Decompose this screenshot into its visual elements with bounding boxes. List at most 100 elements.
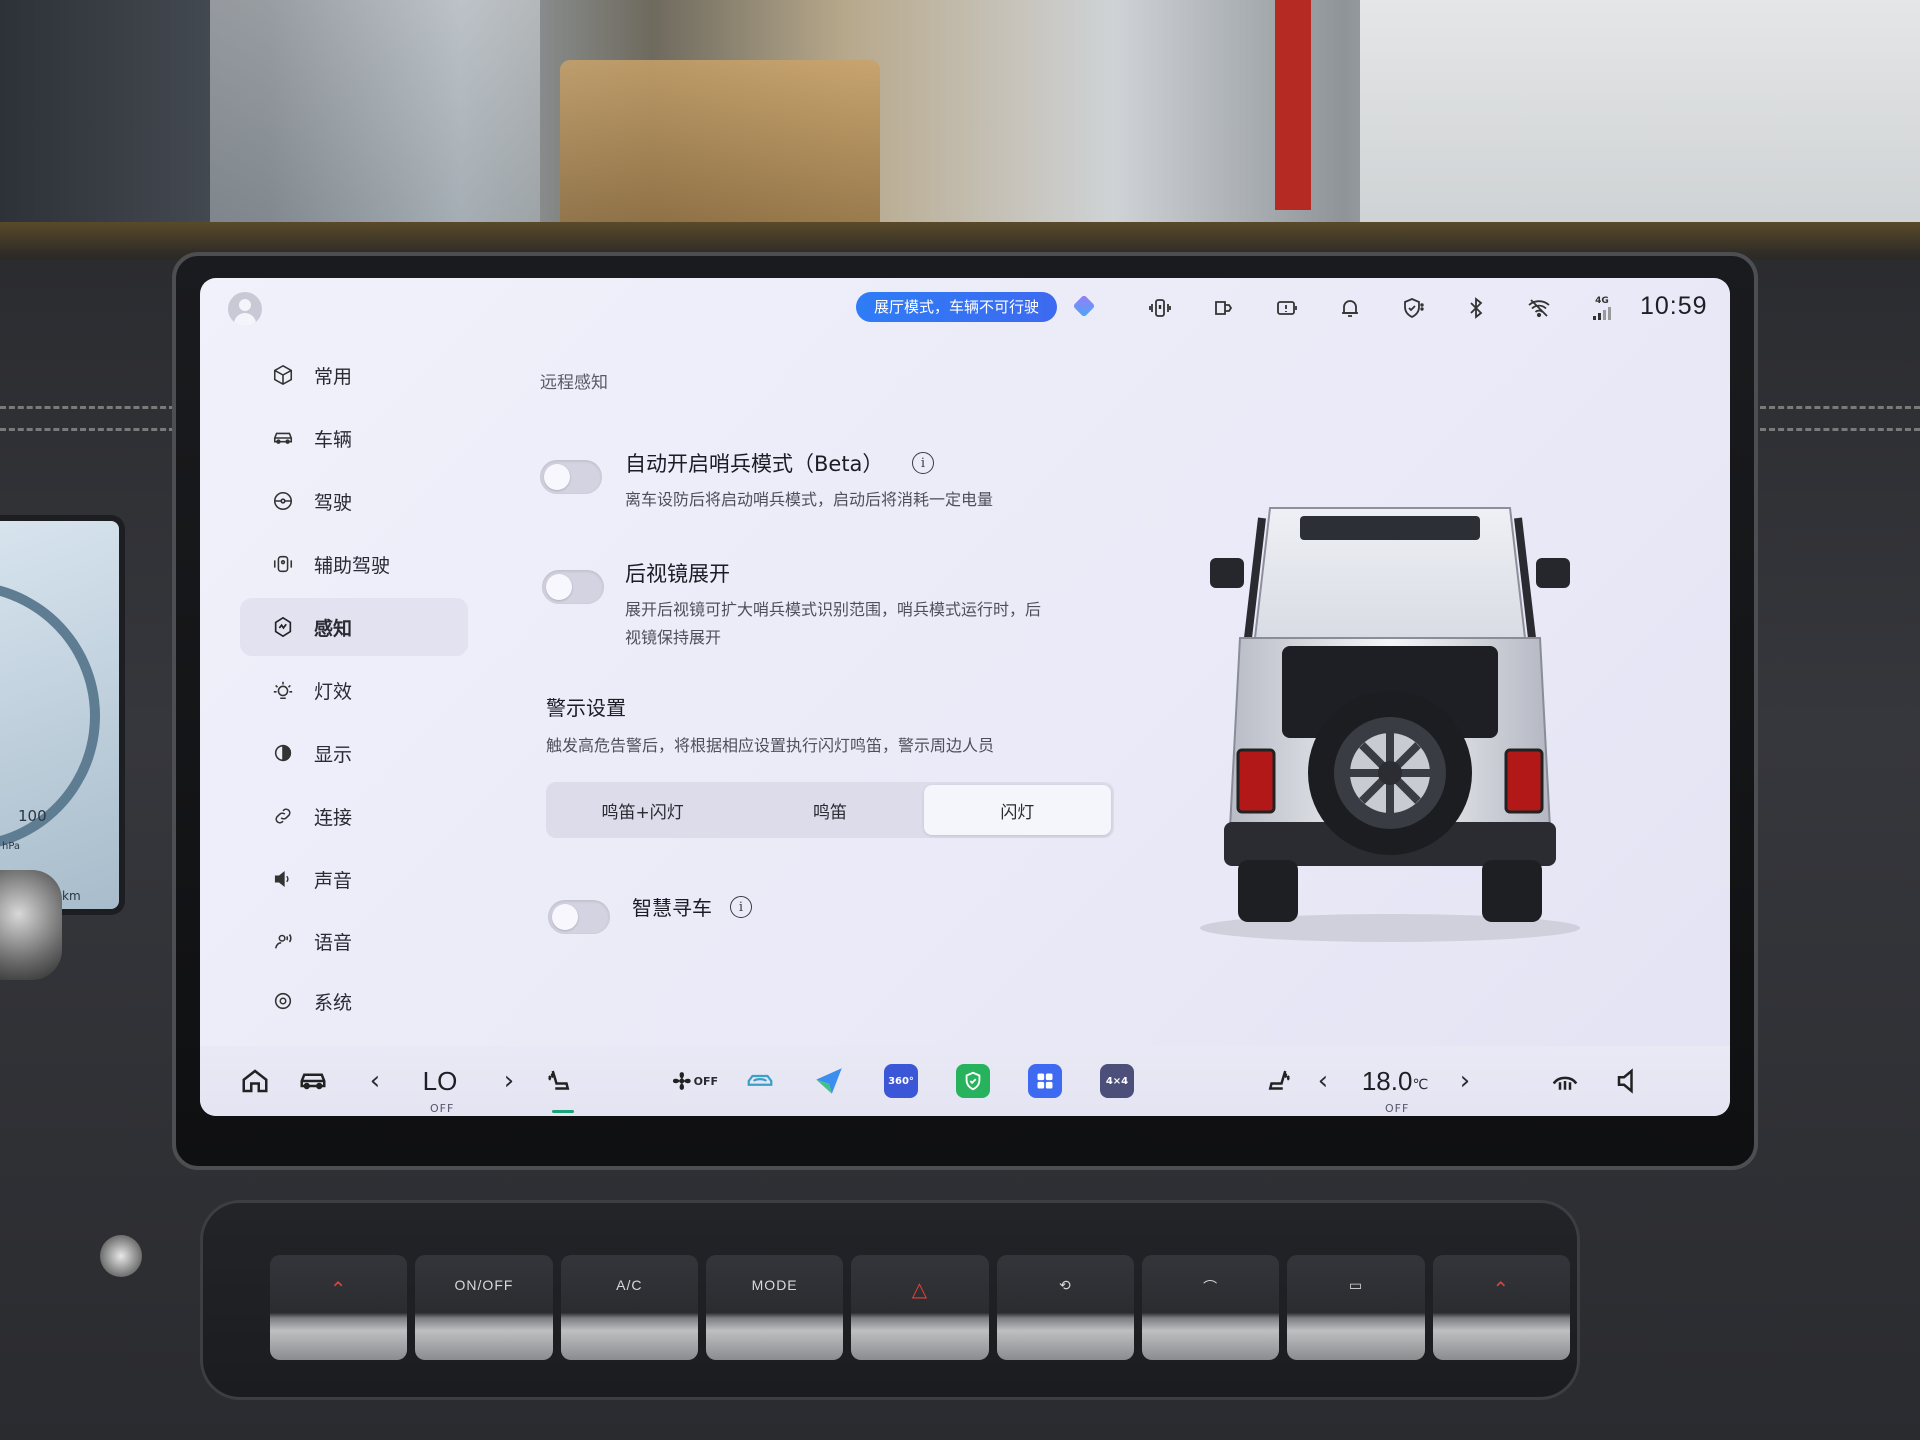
- hard-key-hazard[interactable]: △: [851, 1255, 989, 1360]
- app-launcher[interactable]: [1028, 1064, 1062, 1098]
- user-avatar-icon[interactable]: [228, 292, 262, 326]
- shield-icon[interactable]: [1396, 291, 1430, 325]
- mirror-unfold-desc-line2: 视镜保持展开: [625, 628, 722, 647]
- alert-option-flash[interactable]: 闪灯: [923, 785, 1111, 835]
- sidebar-item-vehicle[interactable]: 车辆: [240, 409, 468, 467]
- app-security[interactable]: [956, 1064, 990, 1098]
- hard-key-temp-left[interactable]: ⌃: [270, 1255, 408, 1360]
- sidebar-item-driving[interactable]: 驾驶: [240, 472, 468, 530]
- left-temp-display[interactable]: LO: [410, 1060, 470, 1102]
- sentry-info-icon[interactable]: i: [912, 452, 934, 474]
- sidebar-item-lighting[interactable]: 灯效: [240, 661, 468, 719]
- mirror-icon[interactable]: [1206, 291, 1240, 325]
- defrost-button[interactable]: [1544, 1060, 1586, 1102]
- hard-key-ac[interactable]: A/C: [560, 1255, 698, 1360]
- cube-icon: [273, 364, 293, 386]
- sidebar-item-sound[interactable]: 声音: [240, 850, 468, 908]
- find-car-toggle[interactable]: [548, 900, 610, 934]
- bell-icon[interactable]: [1333, 291, 1367, 325]
- sidebar-item-label: 常用: [314, 365, 353, 388]
- sidebar-item-label: 显示: [314, 743, 353, 766]
- console-screw: [100, 1235, 142, 1277]
- system-icon: [274, 992, 292, 1010]
- sidebar-item-label: 声音: [314, 869, 353, 892]
- sidebar-item-common[interactable]: 常用: [240, 346, 468, 404]
- alert-settings-title: 警示设置: [546, 696, 626, 720]
- hard-key-onoff-label: ON/OFF: [454, 1277, 514, 1293]
- right-temp-up-button[interactable]: ›: [1450, 1060, 1480, 1102]
- sidebar-item-system[interactable]: 系统: [240, 972, 468, 1030]
- right-temp-down-button[interactable]: ‹: [1308, 1060, 1338, 1102]
- wifi-icon[interactable]: [1522, 291, 1556, 325]
- seat-heat-right-button[interactable]: [1258, 1060, 1300, 1102]
- recirculation-button[interactable]: [740, 1060, 780, 1102]
- seat-heat-left-button[interactable]: [538, 1060, 580, 1102]
- recirculation-car-icon: [747, 1074, 773, 1086]
- hard-key-ac-label: A/C: [616, 1277, 643, 1293]
- hard-key-temp-right[interactable]: ⌃: [1432, 1255, 1570, 1360]
- steering-wheel-icon: [273, 491, 293, 511]
- assist-drive-icon: [273, 555, 293, 573]
- hard-key-mode[interactable]: MODE: [705, 1255, 844, 1360]
- alert-settings-desc: 触发高危告警后，将根据相应设置执行闪灯鸣笛，警示周边人员: [546, 736, 995, 755]
- fan-state-label: OFF: [693, 1074, 718, 1088]
- hard-key-recirculation[interactable]: ⟲: [996, 1255, 1134, 1360]
- alert-option-horn-and-flash[interactable]: 鸣笛+闪灯: [549, 785, 736, 835]
- sidebar-item-display[interactable]: 显示: [240, 724, 468, 782]
- mirror-unfold-desc-line1: 展开后视镜可扩大哨兵模式识别范围，哨兵模式运行时，后: [625, 600, 1042, 619]
- assistant-gem-icon[interactable]: [1072, 294, 1096, 318]
- right-temp-value: 18.0: [1361, 1065, 1413, 1096]
- hazard-icon: △: [911, 1279, 929, 1301]
- voice-icon: [274, 934, 292, 949]
- dock-vehicle-button[interactable]: [292, 1060, 334, 1102]
- app-navigation[interactable]: [812, 1064, 846, 1098]
- link-icon: [275, 808, 291, 824]
- bluetooth-icon[interactable]: [1459, 291, 1493, 325]
- sidebar-item-sensing[interactable]: 感知: [240, 598, 468, 656]
- left-temp-down-button[interactable]: ‹: [360, 1060, 390, 1102]
- cellular-signal-label: 4G: [1595, 295, 1609, 306]
- right-temp-display[interactable]: 18.0 ℃: [1350, 1060, 1440, 1102]
- seat-icon: [1268, 1070, 1290, 1090]
- navigation-icon: [816, 1068, 842, 1094]
- alert-option-horn[interactable]: 鸣笛: [736, 785, 923, 835]
- app-360-camera[interactable]: 360°: [884, 1064, 918, 1098]
- home-icon: [242, 1069, 268, 1093]
- speaker-icon: [274, 871, 289, 887]
- battery-warning-icon[interactable]: [1270, 291, 1304, 325]
- chevron-left-icon: ‹: [1317, 1066, 1329, 1096]
- front-defrost-icon: ⌒: [1203, 1279, 1219, 1295]
- background-glass: [210, 0, 540, 250]
- find-car-info-icon[interactable]: i: [730, 896, 752, 918]
- hard-key-onoff[interactable]: ON/OFF: [415, 1255, 553, 1360]
- hard-key-mode-label: MODE: [751, 1277, 798, 1293]
- app-4x4[interactable]: 4×4: [1100, 1064, 1134, 1098]
- left-temp-up-button[interactable]: ›: [494, 1060, 524, 1102]
- rear-defrost-icon: ▭: [1348, 1277, 1364, 1293]
- dash-stitch-left: [0, 406, 175, 409]
- hard-key-front-defrost[interactable]: ⌒: [1141, 1255, 1280, 1360]
- speaker-icon: [1617, 1068, 1633, 1094]
- vibration-icon[interactable]: [1143, 291, 1177, 325]
- fan-button[interactable]: OFF: [670, 1060, 718, 1102]
- mirror-unfold-toggle[interactable]: [542, 570, 604, 604]
- hard-key-rear-defrost[interactable]: ▭: [1287, 1255, 1425, 1360]
- infotainment-screen: 展厅模式，车辆不可行驶 4G 10:59 常用 车辆 驾驶 辅助驾驶 感知 灯效…: [200, 278, 1730, 1116]
- sidebar-item-label: 感知: [314, 617, 353, 640]
- dock-home-button[interactable]: [234, 1060, 276, 1102]
- sidebar-item-connection[interactable]: 连接: [240, 787, 468, 845]
- volume-button[interactable]: [1608, 1060, 1650, 1102]
- sidebar-item-voice[interactable]: 语音: [240, 912, 468, 970]
- sidebar-item-label: 连接: [314, 806, 353, 829]
- defrost-icon: [1552, 1076, 1578, 1090]
- showroom-mode-pill[interactable]: 展厅模式，车辆不可行驶: [856, 292, 1058, 322]
- sidebar-item-label: 灯效: [314, 680, 353, 703]
- cellular-signal-icon[interactable]: 4G: [1585, 291, 1619, 325]
- sidebar-item-assisted-driving[interactable]: 辅助驾驶: [240, 535, 468, 593]
- sidebar-item-label: 驾驶: [314, 491, 353, 514]
- sidebar-item-label: 系统: [314, 991, 353, 1014]
- sentry-mode-desc: 离车设防后将启动哨兵模式，启动后将消耗一定电量: [625, 490, 994, 509]
- cluster-km: km: [62, 889, 81, 903]
- sentry-mode-toggle[interactable]: [540, 460, 602, 494]
- find-car-title: 智慧寻车: [632, 896, 712, 920]
